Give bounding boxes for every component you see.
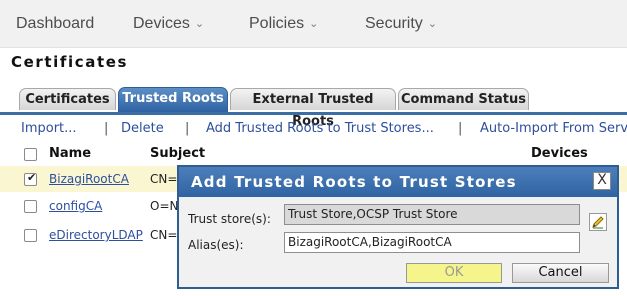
separator: | [104,121,109,136]
add-trusted-roots-link[interactable]: Add Trusted Roots to Trust Stores... [206,121,434,136]
select-all-checkbox[interactable] [24,148,37,161]
edit-trust-store-button[interactable] [589,213,607,231]
import-link[interactable]: Import... [21,121,77,136]
chevron-down-icon: ⌄ [194,18,205,30]
tab-command-status[interactable]: Command Status [398,88,529,110]
page-title: Certificates [11,53,129,71]
column-header-name[interactable]: Name [49,146,91,161]
table-header: Name Subject Devices [0,144,627,166]
close-icon: X [597,172,607,188]
column-header-subject[interactable]: Subject [150,146,205,161]
alias-field[interactable]: BizagiRootCA,BizagiRootCA [284,232,580,253]
separator: | [458,121,463,136]
nav-devices[interactable]: Devices ⌄ [133,15,204,33]
nav-policies-label: Policies [249,15,305,32]
close-button[interactable]: X [593,172,611,190]
row-checkbox[interactable] [24,229,37,242]
checkmark-icon: ✔ [27,171,37,184]
chevron-down-icon: ⌄ [309,18,319,30]
separator: | [185,121,190,136]
column-header-devices[interactable]: Devices [531,146,588,161]
trust-store-field[interactable]: Trust Store,OCSP Trust Store [284,204,580,225]
cancel-button[interactable]: Cancel [512,263,609,283]
cert-name-link[interactable]: eDirectoryLDAP [49,228,143,242]
top-nav: Dashboard Devices ⌄ Policies ⌄ Security ⌄ [0,0,627,48]
pencil-icon [592,216,604,229]
nav-policies[interactable]: Policies ⌄ [249,15,318,33]
row-checkbox[interactable] [24,200,37,213]
trust-store-label: Trust store(s): [188,212,271,226]
nav-security-label: Security [365,15,423,32]
chevron-down-icon: ⌄ [427,18,438,30]
alias-label: Alias(es): [188,238,244,252]
row-checkbox[interactable]: ✔ [24,171,37,186]
tab-strip: Certificates Trusted Roots External Trus… [0,84,627,129]
dialog-title-bar[interactable]: Add Trusted Roots to Trust Stores X [179,167,617,197]
action-bar: Import... | Delete | Add Trusted Roots t… [0,121,627,139]
tab-certificates[interactable]: Certificates [19,88,116,110]
add-trusted-roots-dialog: Add Trusted Roots to Trust Stores X Trus… [177,165,619,289]
nav-security[interactable]: Security ⌄ [365,15,437,33]
cert-name-link[interactable]: configCA [49,199,102,213]
tab-trusted-roots[interactable]: Trusted Roots [118,87,228,112]
nav-dashboard[interactable]: Dashboard [16,15,94,33]
nav-dashboard-label: Dashboard [16,15,95,32]
nav-devices-label: Devices [133,15,190,32]
ok-button[interactable]: OK [406,263,502,283]
dialog-title: Add Trusted Roots to Trust Stores [191,173,517,191]
cert-name-link[interactable]: BizagiRootCA [49,172,129,186]
tab-external-trusted-roots[interactable]: External Trusted Roots [230,88,396,129]
delete-link[interactable]: Delete [121,121,164,136]
auto-import-link[interactable]: Auto-Import From Serv [480,121,627,136]
